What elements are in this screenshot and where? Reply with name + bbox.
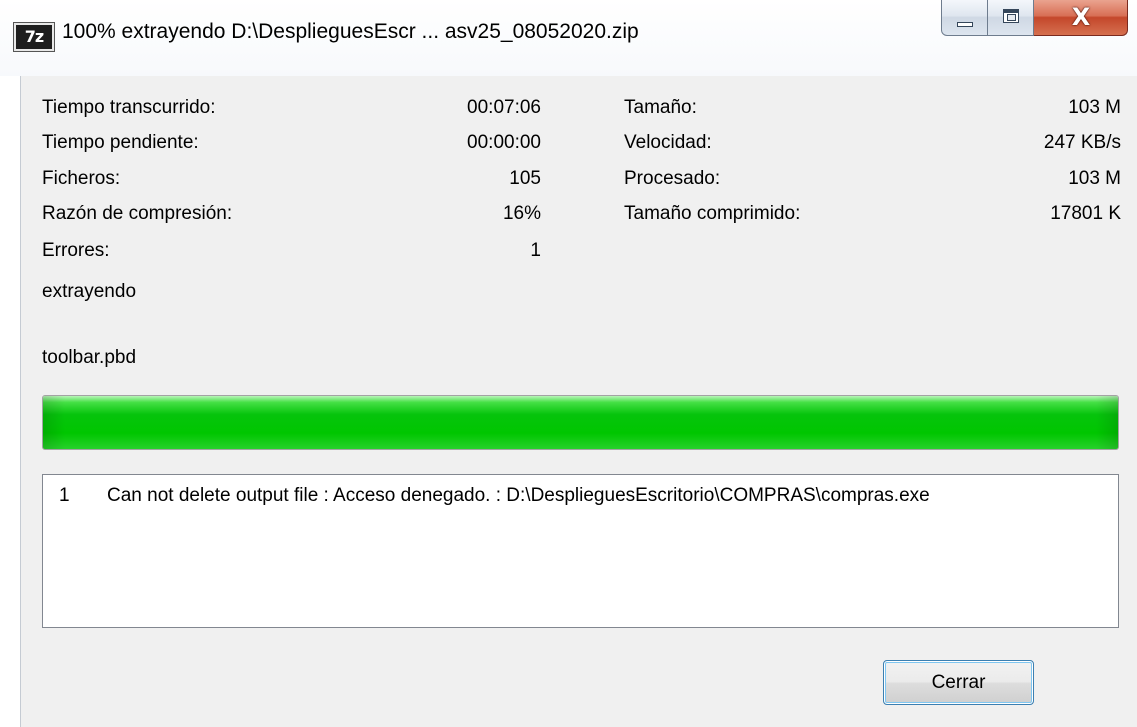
caption-buttons: X [941,0,1128,38]
window-title: 100% extrayendo D:\DesplieguesEscr ... a… [62,20,639,43]
elapsed-time-label: Tiempo transcurrido: [42,97,216,118]
minimize-icon [957,22,973,27]
files-label: Ficheros: [42,168,121,189]
elapsed-time-value: 00:07:06 [467,97,541,118]
extraction-progress-window: 7z 100% extrayendo D:\DesplieguesEscr ..… [0,0,1137,727]
size-label: Tamaño: [624,97,697,118]
operation-status: extrayendo [42,281,137,302]
title-bar[interactable]: 7z 100% extrayendo D:\DesplieguesEscr ..… [0,0,1137,76]
close-icon: X [1071,3,1091,31]
compression-ratio-label: Razón de compresión: [42,203,233,224]
list-item[interactable]: 1 Can not delete output file : Acceso de… [43,483,1118,509]
current-file-name: toolbar.pbd [42,347,137,368]
compression-ratio-value: 16% [502,203,541,224]
extraction-progress-bar [42,395,1119,450]
progress-bar-fill [43,396,1118,449]
maximize-icon [1003,9,1019,23]
files-value: 105 [509,168,541,189]
error-number: 1 [59,485,70,506]
speed-value: 247 KB/s [1043,132,1121,153]
remaining-time-value: 00:00:00 [467,132,541,153]
close-dialog-button[interactable]: Cerrar [883,660,1034,705]
error-message: Can not delete output file : Acceso dene… [107,485,930,506]
error-messages-list[interactable]: 1 Can not delete output file : Acceso de… [42,474,1119,628]
errors-value: 1 [530,240,541,261]
minimize-button[interactable] [941,0,988,36]
processed-value: 103 M [1068,168,1121,189]
remaining-time-label: Tiempo pendiente: [42,132,199,153]
speed-label: Velocidad: [624,132,712,153]
processed-label: Procesado: [624,168,721,189]
7zip-app-icon[interactable]: 7z [13,22,55,52]
window-close-button[interactable]: X [1034,0,1128,36]
size-value: 103 M [1068,97,1121,118]
compressed-size-value: 17801 K [1050,203,1121,224]
errors-label: Errores: [42,240,110,261]
maximize-button[interactable] [988,0,1034,36]
compressed-size-label: Tamaño comprimido: [624,203,801,224]
